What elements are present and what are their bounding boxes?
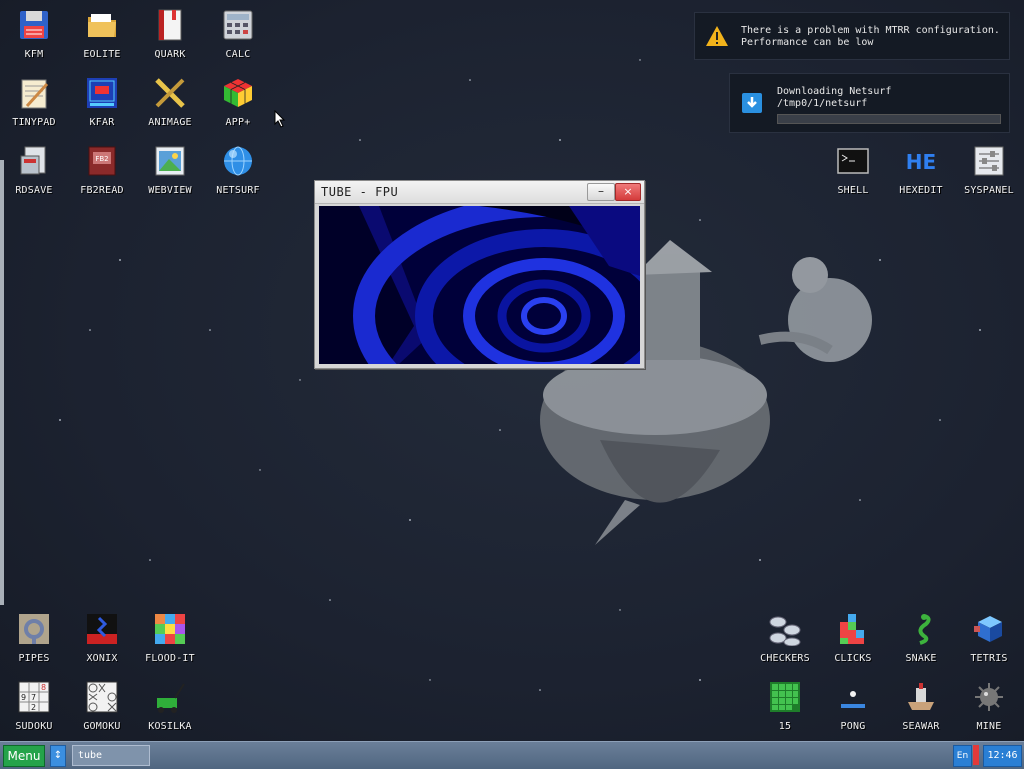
icon-label: APP+ [225,117,251,128]
globe-icon [224,146,252,176]
desktop-icon-fb2read[interactable]: FB2 FB2READ [68,136,136,202]
warning-icon [706,26,728,46]
webpage-icon [155,146,185,176]
icon-label: TETRIS [970,653,1008,664]
book-icon: FB2 [88,146,116,176]
desktop-icon-kfm[interactable]: KFM [0,0,68,66]
notification-message-line1: There is a problem with MTRR configurati… [741,25,1000,36]
minimize-button[interactable]: – [587,183,615,201]
taskbar: Menu ↕ tube En 12:46 [0,741,1024,769]
desktop-icon-gomoku[interactable]: GOMOKU [68,672,136,738]
terminal-icon [837,148,869,174]
folder-icon [88,14,116,37]
desktop-icon-floodit[interactable]: FLOOD-IT [136,604,204,670]
download-progress-bar [777,114,1001,124]
status-indicator [973,745,979,765]
download-path: /tmp0/1/netsurf [777,98,868,109]
svg-text:8: 8 [41,683,46,692]
desktop-icon-netsurf[interactable]: NETSURF [204,136,272,202]
mtrr-warning-notification[interactable]: There is a problem with MTRR configurati… [694,12,1010,60]
svg-text:HE: HE [906,150,936,174]
desktop-icon-syspanel[interactable]: SYSPANEL [955,136,1023,202]
mine-icon [975,683,1003,711]
lawn-mower-icon [157,683,185,713]
desktop-icon-checkers[interactable]: CHECKERS [751,604,819,670]
notification-message-line2: Performance can be low [741,37,874,48]
download-title: Downloading Netsurf [777,86,892,97]
tube-render-canvas[interactable] [319,206,640,364]
desktop-icon-tinypad[interactable]: TINYPAD [0,68,68,134]
pencil-ruler-icon [155,78,185,108]
desktop-icon-mine[interactable]: MINE [955,672,1023,738]
tetris-block-icon [974,616,1002,642]
svg-text:FB2: FB2 [95,155,108,163]
desktop[interactable]: KFM EOLITE QUARK CALC TINYPAD KFAR ANIMA… [0,0,1024,741]
desktop-icon-hexedit[interactable]: HE HEXEDIT [887,136,955,202]
desktop-icon-tetris[interactable]: TETRIS [955,604,1023,670]
svg-text:7: 7 [31,693,36,702]
checkers-pieces-icon [769,616,801,646]
desktop-icon-clicks[interactable]: CLICKS [819,604,887,670]
desktop-icon-quark[interactable]: QUARK [136,0,204,66]
desktop-icon-seawar[interactable]: SEAWAR [887,672,955,738]
desktop-icon-animage[interactable]: ANIMAGE [136,68,204,134]
tube-fpu-window[interactable]: TUBE - FPU – × [314,180,645,369]
menu-button[interactable]: Menu [3,745,45,767]
download-notification[interactable]: Downloading Netsurf /tmp0/1/netsurf [729,73,1010,133]
desktop-icon-pong[interactable]: PONG [819,672,887,738]
desktop-icon-kosilka[interactable]: KOSILKA [136,672,204,738]
desktop-icon-sudoku[interactable]: 9782 SUDOKU [0,672,68,738]
notebook-icon [158,9,182,41]
close-button[interactable]: × [615,183,641,201]
pipes-icon [19,614,49,644]
desktop-icon-pipes[interactable]: PIPES [0,604,68,670]
pong-paddle-icon [841,691,865,708]
archive-icon [87,78,117,108]
sliders-icon [974,146,1004,176]
desktop-icon-appplus[interactable]: APP+ [204,68,272,134]
desktop-icon-xonix[interactable]: XONIX [68,604,136,670]
sudoku-grid-icon: 9 78 2 [18,681,50,713]
download-icon [742,93,762,113]
notepad-icon [21,79,49,109]
keyboard-layout-indicator[interactable]: En [953,745,972,767]
tic-tac-toe-icon [86,681,118,713]
mouse-cursor [274,110,286,128]
xonix-icon [87,614,117,644]
floppy-disk-icon [20,11,48,39]
desktop-icon-kfar[interactable]: KFAR [68,68,136,134]
icon-label: NETSURF [216,185,260,196]
ramdisk-save-icon [20,146,46,175]
calculator-icon [223,10,253,40]
taskbar-item-tube[interactable]: tube [72,745,150,766]
desktop-icon-eolite[interactable]: EOLITE [68,0,136,66]
clock[interactable]: 12:46 [983,745,1022,767]
svg-text:9: 9 [21,693,26,702]
desktop-icon-15[interactable]: 15 [751,672,819,738]
window-switch-button[interactable]: ↕ [50,745,66,767]
icon-label: SYSPANEL [964,185,1014,196]
colored-blocks-icon [840,614,864,644]
desktop-icon-webview[interactable]: WEBVIEW [136,136,204,202]
rubik-cube-icon [224,79,252,107]
fifteen-puzzle-icon [770,682,800,712]
icon-label: CALC [225,49,251,60]
svg-text:2: 2 [31,703,36,712]
desktop-icon-calc[interactable]: CALC [204,0,272,66]
window-title: TUBE - FPU [321,185,399,199]
desktop-icon-rdsave[interactable]: RDSAVE [0,136,68,202]
hex-editor-icon: HE [906,150,936,174]
desktop-icon-snake[interactable]: SNAKE [887,604,955,670]
icon-label: MINE [976,721,1002,732]
battleship-icon [908,683,934,710]
snake-icon [918,614,931,645]
left-edge-panel [0,160,4,605]
icon-label: FLOOD-IT [145,653,195,664]
desktop-icon-shell[interactable]: SHELL [819,136,887,202]
icon-label: KOSILKA [148,721,192,732]
color-grid-icon [155,614,185,644]
window-titlebar[interactable]: TUBE - FPU – × [315,181,644,204]
